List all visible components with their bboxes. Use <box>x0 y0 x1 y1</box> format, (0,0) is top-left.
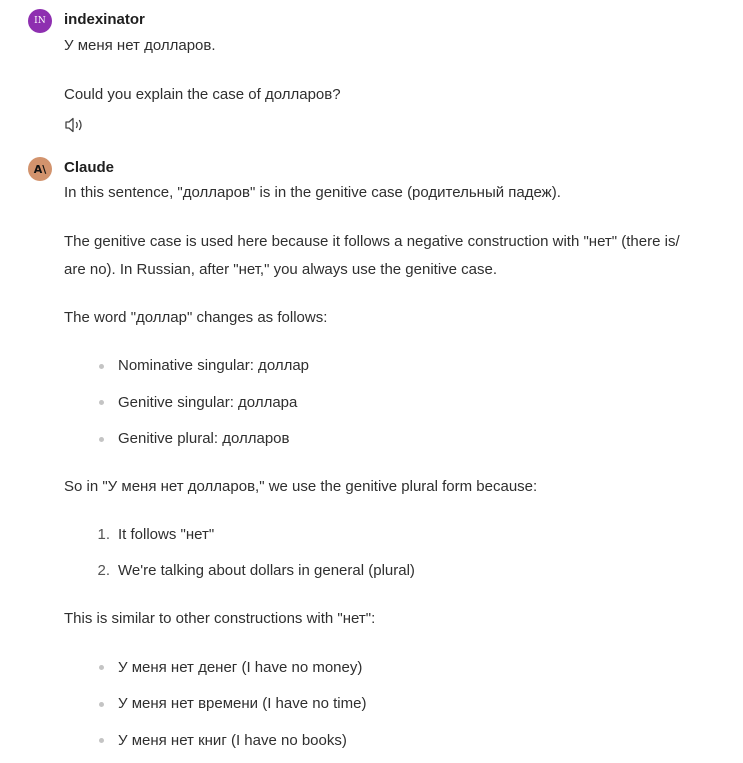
list-item-form-3: Genitive plural: долларов <box>118 430 290 447</box>
answer-paragraph-2-line-2: are no). In Russian, after "нет," you al… <box>64 261 498 278</box>
user-author-name: indexinator <box>64 11 145 28</box>
answer-paragraph-1: In this sentence, "долларов" is in the g… <box>64 184 561 201</box>
list-item-reason-2: We're talking about dollars in general (… <box>118 562 415 579</box>
bullet-dot <box>99 702 104 707</box>
list-item-example-2: У меня нет времени (I have no time) <box>118 695 367 712</box>
answer-paragraph-2-line-1: The genitive case is used here because i… <box>64 233 680 250</box>
assistant-author-name: Claude <box>64 159 115 176</box>
list-item-form-1: Nominative singular: доллар <box>118 357 310 374</box>
list-item-form-2: Genitive singular: доллара <box>118 394 298 411</box>
user-avatar-initials: IN <box>34 16 46 26</box>
bullet-dot <box>99 400 104 405</box>
user-avatar: IN <box>28 9 52 33</box>
answer-paragraph-5: This is similar to other constructions w… <box>64 610 376 627</box>
list-number-1: 1. <box>97 526 110 543</box>
answer-paragraph-3: The word "доллар" changes as follows: <box>64 309 328 326</box>
user-message-line-1: У меня нет долларов. <box>64 37 216 54</box>
bullet-dot <box>99 437 104 442</box>
list-number-2: 2. <box>97 562 110 579</box>
user-message-line-2: Could you explain the case of долларов? <box>64 86 341 103</box>
claude-avatar-glyph: A\ <box>33 162 47 176</box>
bullet-dot <box>99 738 104 743</box>
bullet-dot <box>99 364 104 369</box>
list-item-example-3: У меня нет книг (I have no books) <box>118 732 347 749</box>
claude-avatar: A\ <box>28 157 52 181</box>
speaker-icon[interactable] <box>64 116 86 134</box>
list-item-reason-1: It follows "нет" <box>118 526 215 543</box>
list-item-example-1: У меня нет денег (I have no money) <box>118 659 363 676</box>
answer-paragraph-4: So in "У меня нет долларов," we use the … <box>64 478 538 495</box>
bullet-dot <box>99 665 104 670</box>
